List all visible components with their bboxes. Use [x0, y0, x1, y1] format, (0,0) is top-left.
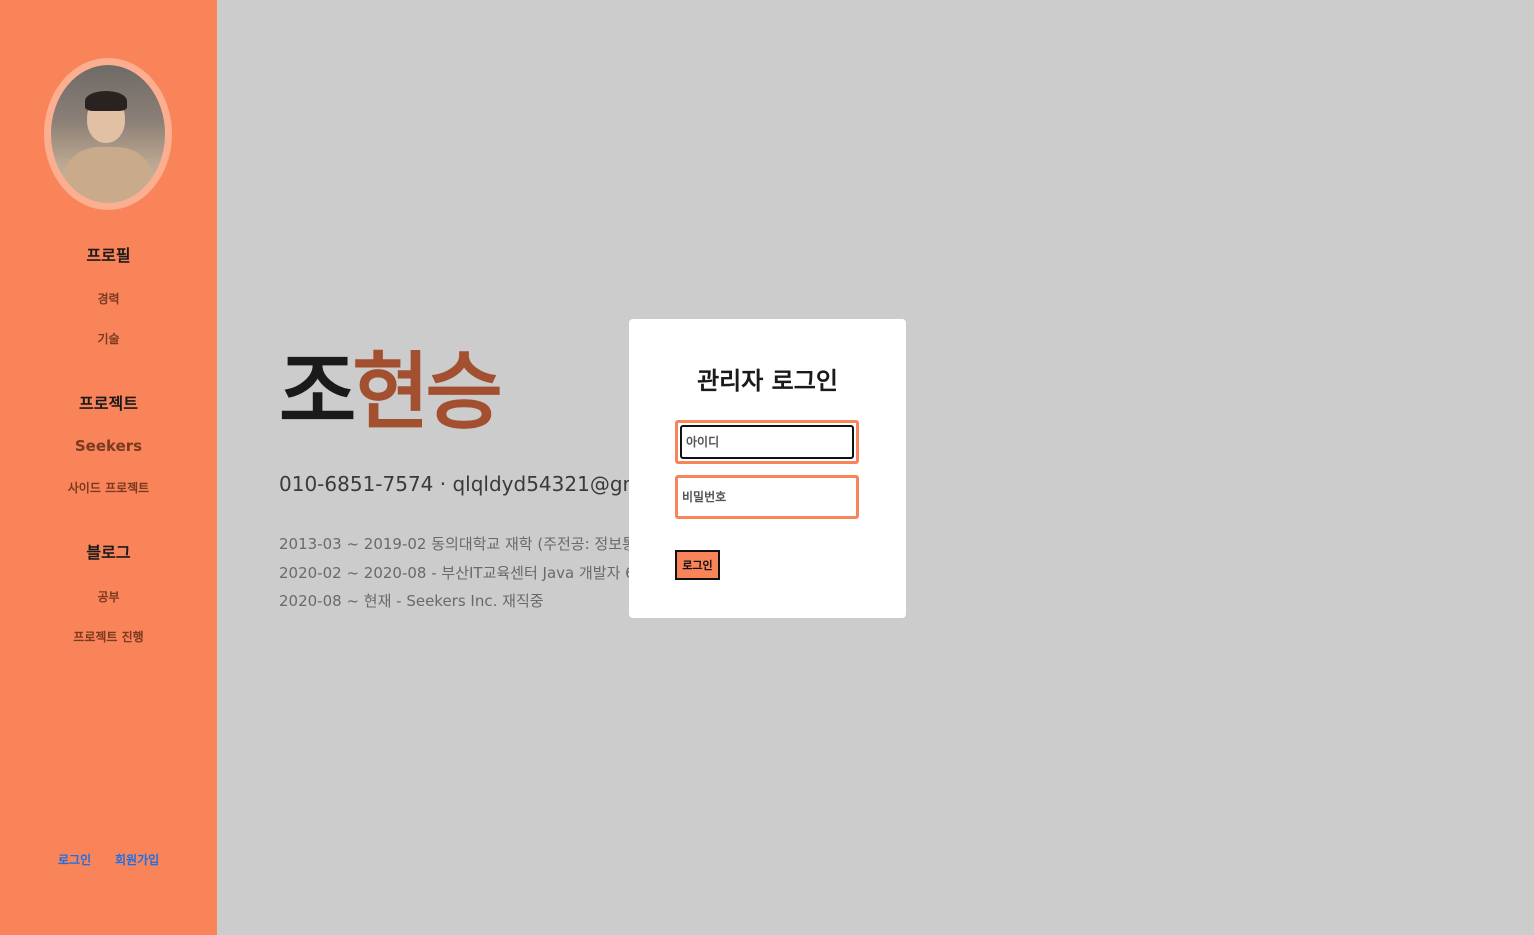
password-input[interactable] — [678, 478, 856, 516]
nav-heading-blog[interactable]: 블로그 — [0, 539, 217, 563]
id-input[interactable] — [682, 427, 852, 457]
history-item: 2013-03 ~ 2019-02 동의대학교 재학 (주전공: 정보통신공학,… — [279, 535, 629, 553]
history-item: 2020-08 ~ 현재 - Seekers Inc. 재직중 — [279, 592, 544, 610]
contact-info: 010-6851-7574 · qlqldyd54321@gmail.com — [279, 472, 629, 496]
admin-login-modal: 관리자 로그인 로그인 — [629, 319, 906, 618]
nav-item-side-projects[interactable]: 사이드 프로젝트 — [0, 479, 217, 496]
sidebar: 프로필 경력 기술 프로젝트 Seekers 사이드 프로젝트 블로그 공부 프… — [0, 0, 217, 935]
nav-item-seekers[interactable]: Seekers — [0, 437, 217, 455]
name-first: 조 — [279, 343, 356, 441]
profile-avatar — [44, 58, 172, 210]
modal-title: 관리자 로그인 — [697, 367, 838, 395]
signup-link[interactable]: 회원가입 — [115, 851, 159, 868]
profile-name: 조현승 — [279, 342, 503, 442]
login-link[interactable]: 로그인 — [58, 851, 91, 868]
photo-body — [65, 147, 151, 203]
nav-item-project-progress[interactable]: 프로젝트 진행 — [0, 628, 217, 645]
history-item: 2020-02 ~ 2020-08 - 부산IT교육센터 Java 개발자 6개… — [279, 563, 629, 582]
name-rest: 현승 — [352, 343, 503, 441]
nav-item-study[interactable]: 공부 — [0, 588, 217, 605]
nav-item-skills[interactable]: 기술 — [0, 330, 217, 347]
nav-item-career[interactable]: 경력 — [0, 290, 217, 307]
password-field[interactable] — [675, 475, 859, 519]
profile-photo — [51, 65, 165, 203]
nav-heading-projects[interactable]: 프로젝트 — [0, 390, 217, 414]
login-submit-button[interactable]: 로그인 — [675, 550, 720, 580]
photo-hair — [85, 91, 127, 111]
id-field[interactable] — [675, 420, 859, 464]
nav-heading-profile[interactable]: 프로필 — [0, 242, 217, 266]
history-list: 2013-03 ~ 2019-02 동의대학교 재학 (주전공: 정보통신공학,… — [279, 530, 629, 616]
id-field-focus-ring — [680, 425, 854, 459]
